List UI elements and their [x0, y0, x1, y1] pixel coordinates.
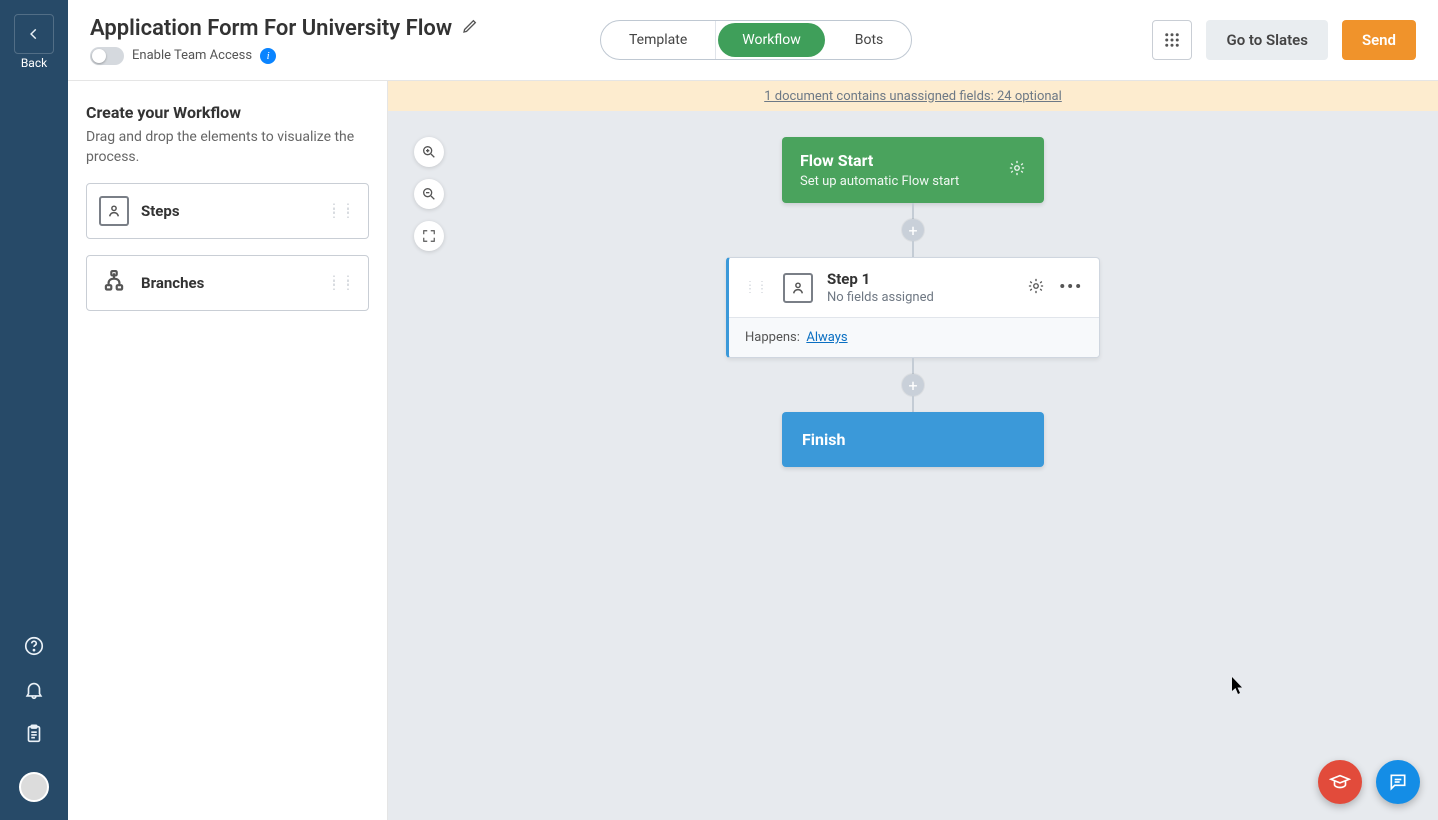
flow-start-subtitle: Set up automatic Flow start	[800, 174, 959, 189]
clipboard-icon[interactable]	[20, 720, 48, 748]
left-rail: Back	[0, 0, 68, 820]
drag-handle-icon: ⋮⋮⋮⋮	[328, 278, 356, 288]
step-1-node[interactable]: ⋮⋮⋮⋮ Step 1 No fields assigned	[726, 257, 1100, 358]
flow-start-node[interactable]: Flow Start Set up automatic Flow start	[782, 137, 1044, 203]
more-icon[interactable]: •••	[1059, 277, 1083, 299]
unassigned-fields-link[interactable]: 1 document contains unassigned fields: 2…	[764, 89, 1062, 104]
tab-workflow[interactable]: Workflow	[718, 23, 825, 57]
academy-fab-icon[interactable]	[1318, 760, 1362, 804]
flow-start-title: Flow Start	[800, 151, 959, 170]
happens-label: Happens:	[745, 330, 800, 345]
palette-steps[interactable]: Steps ⋮⋮⋮⋮	[86, 183, 369, 239]
help-icon[interactable]	[20, 632, 48, 660]
add-node-button[interactable]: +	[902, 219, 924, 241]
person-icon	[783, 273, 813, 303]
notifications-icon[interactable]	[20, 676, 48, 704]
main-area: Application Form For University Flow Ena…	[68, 0, 1438, 820]
drag-handle-icon: ⋮⋮⋮⋮	[328, 206, 356, 216]
workflow-canvas[interactable]: 1 document contains unassigned fields: 2…	[388, 81, 1438, 820]
chevron-left-icon	[14, 14, 54, 54]
add-node-button[interactable]: +	[902, 374, 924, 396]
happens-link[interactable]: Always	[806, 330, 847, 345]
team-access-toggle[interactable]	[90, 47, 124, 65]
step-subtitle: No fields assigned	[827, 290, 1013, 305]
avatar[interactable]	[19, 772, 49, 802]
drag-handle-icon[interactable]: ⋮⋮⋮⋮	[745, 284, 769, 292]
palette-item-label: Steps	[141, 202, 316, 220]
step-title: Step 1	[827, 270, 1013, 288]
team-access-label: Enable Team Access	[132, 48, 252, 63]
palette-branches[interactable]: Branches ⋮⋮⋮⋮	[86, 255, 369, 311]
topbar: Application Form For University Flow Ena…	[68, 0, 1438, 81]
send-button[interactable]: Send	[1342, 20, 1416, 60]
unassigned-fields-banner: 1 document contains unassigned fields: 2…	[388, 81, 1438, 111]
edit-title-icon[interactable]	[462, 18, 478, 38]
palette-item-label: Branches	[141, 274, 316, 292]
sidebar-subtext: Drag and drop the elements to visualize …	[86, 128, 369, 167]
gear-icon[interactable]	[1008, 159, 1026, 181]
view-tabs: Template Workflow Bots	[600, 20, 912, 60]
workflow-sidebar: Create your Workflow Drag and drop the e…	[68, 81, 388, 820]
go-to-slates-button[interactable]: Go to Slates	[1206, 20, 1327, 60]
person-icon	[99, 196, 129, 226]
back-label: Back	[21, 56, 47, 70]
page-title: Application Form For University Flow	[90, 16, 452, 41]
chat-fab-icon[interactable]	[1376, 760, 1420, 804]
apps-grid-icon[interactable]	[1152, 20, 1192, 60]
finish-title: Finish	[802, 430, 845, 449]
mouse-cursor-icon	[1232, 677, 1244, 695]
finish-node[interactable]: Finish	[782, 412, 1044, 467]
sidebar-heading: Create your Workflow	[86, 103, 369, 122]
tab-template[interactable]: Template	[601, 21, 716, 59]
info-icon[interactable]: i	[260, 48, 276, 64]
back-button[interactable]: Back	[14, 14, 54, 70]
tab-bots[interactable]: Bots	[827, 21, 912, 59]
branch-icon	[99, 268, 129, 298]
gear-icon[interactable]	[1027, 277, 1045, 299]
